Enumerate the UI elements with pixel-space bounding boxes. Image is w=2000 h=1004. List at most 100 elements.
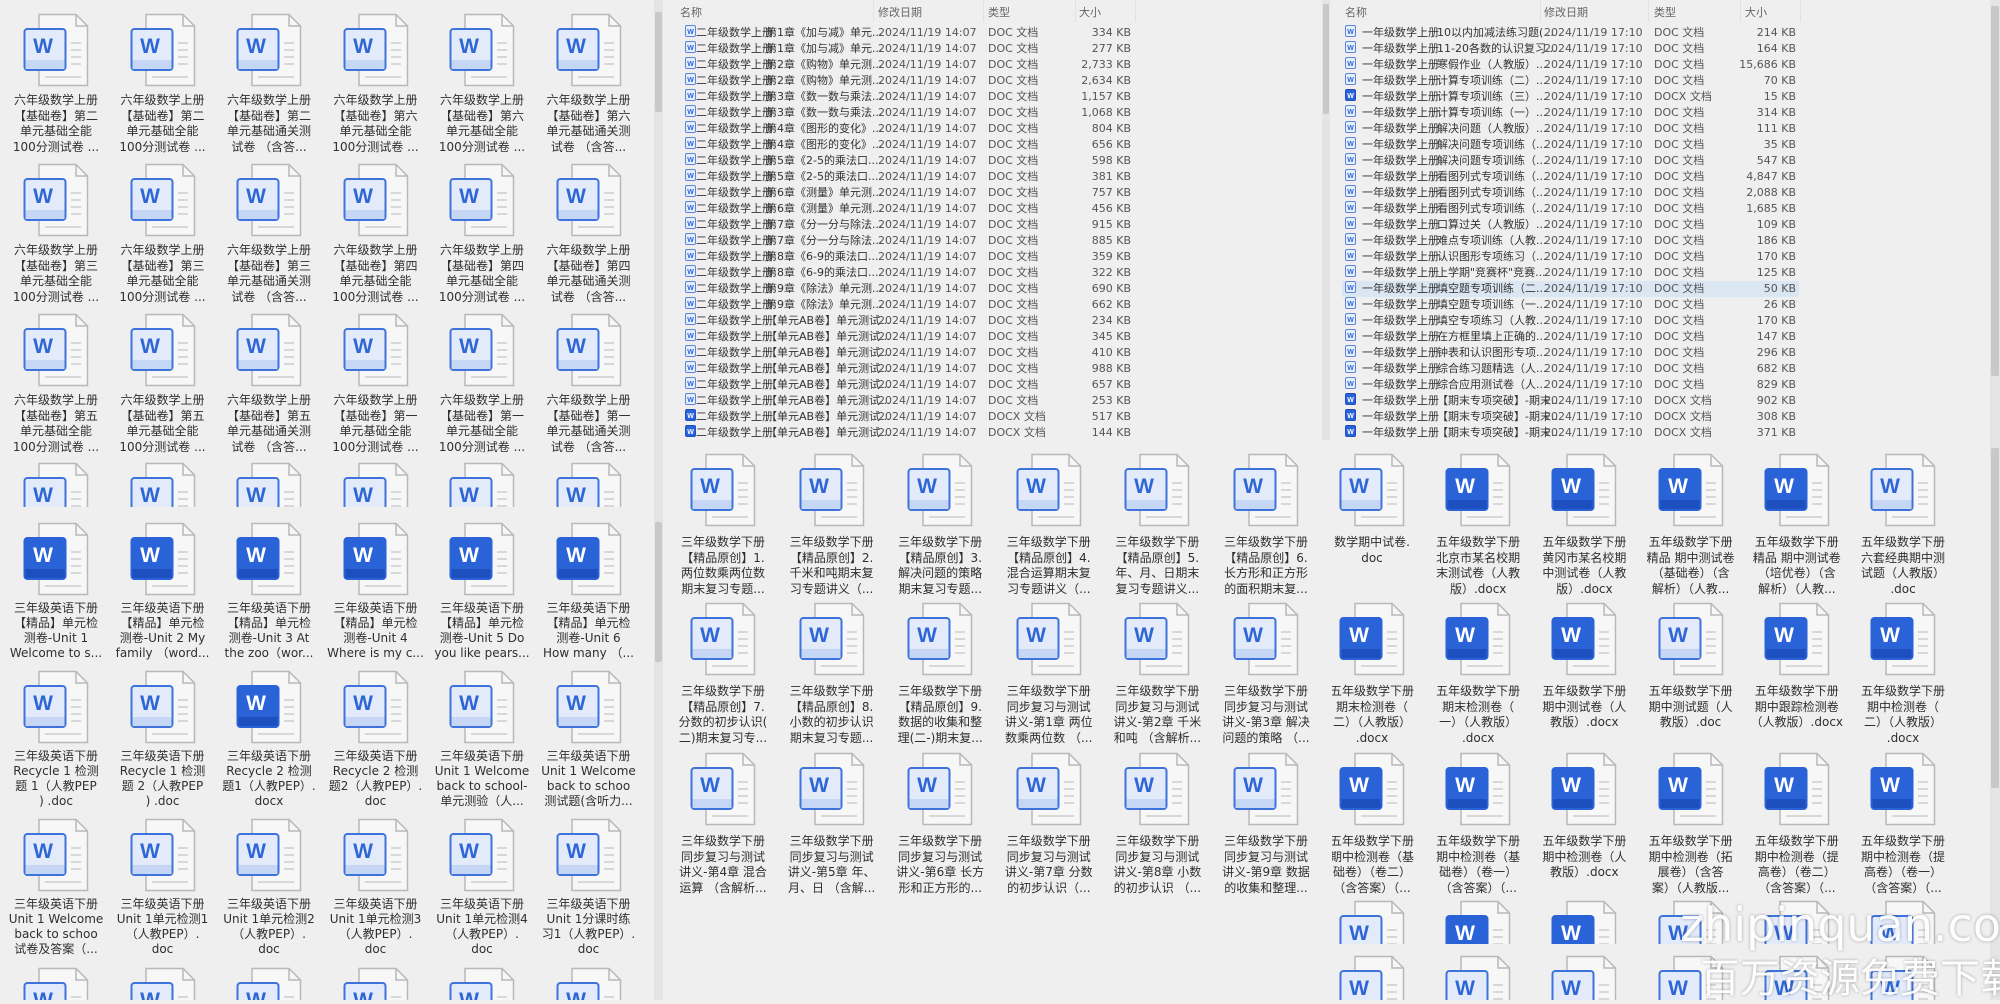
file-item[interactable]: W 三年级数学下册 同步复习与测试 讲义-第7章 分数 的初步认识（... (997, 752, 1101, 895)
file-item[interactable]: W 六年级数学上册 【基础卷】第三 单元基础全能 100分测试卷 ... (111, 163, 215, 304)
file-item[interactable]: W 三年级英语下册 Recycle 2 检测 题2（人教PEP）. doc (324, 670, 428, 808)
file-item[interactable]: W 六年级数学上册 【基础卷】第五 单元基础通关测 试卷 （含答... (217, 313, 321, 454)
file-item[interactable]: W 六年级数学上册 【基础卷】第一 单元基础通关测 试卷 （含答... (537, 313, 641, 454)
file-item[interactable]: W 三年级数学下册 【精品原创】9. 数据的收集和整 理(二-)期末复... (888, 602, 992, 745)
file-item[interactable]: W 三年级数学下册 同步复习与测试 讲义-第3章 解决 问题的策略 （... (1214, 602, 1318, 745)
file-row[interactable]: W 一年级数学上册 填空专项练习（人教... 2024/11/19 17:10 DOC … (1342, 313, 1799, 329)
column-divider[interactable] (1540, 0, 1541, 22)
file-row[interactable]: W 二年级数学上册 第1章《加与减》单元... 2024/11/19 14:07 DOC… (682, 25, 1134, 41)
file-item[interactable]: W 六年级数学上册 【基础卷】第三 单元基础通关测 试卷 （含答... (217, 163, 321, 304)
list-header-size[interactable]: 大小 (1745, 4, 1767, 20)
file-item[interactable]: W (4, 967, 108, 1000)
file-item[interactable]: W 六年级数学上册 【基础卷】第二 单元基础通关测 试卷 （含答... (217, 13, 321, 154)
file-item[interactable]: W 三年级英语下册 【精品】单元检 测卷-Unit 5 Do you like pear… (430, 522, 534, 660)
file-item[interactable]: W (217, 967, 321, 1000)
file-item[interactable]: W 三年级英语下册 Recycle 1 检测题 2（人教PEP) .doc (111, 670, 215, 808)
file-item[interactable]: W 六年级数学上册 【基础卷】第六 单元基础全能 100分测试卷 ... (324, 13, 428, 154)
file-item[interactable]: W 三年级数学下册 同步复习与测试 讲义-第6章 长方 形和正方形的... (888, 752, 992, 895)
file-item[interactable]: W 五年级数学下册 期中测试卷（人 教版）.docx (1532, 602, 1636, 729)
file-row[interactable]: W 二年级数学上册 第9章《除法》单元测... 2024/11/19 14:07 DOC… (682, 297, 1134, 313)
file-item[interactable]: W 六年级数学上册 【基础卷】第二 单元基础全能 100分测试卷 ... (4, 13, 108, 154)
file-item[interactable]: W 三年级数学下册 【精品原创】4. 混合运算期末复 习专题讲义（... (997, 453, 1101, 596)
file-row[interactable]: W 一年级数学上册 10以内加减法练习题(... 2024/11/19 17:10 DO… (1342, 25, 1799, 41)
file-item[interactable]: W (324, 462, 428, 507)
list-header-date[interactable]: 修改日期 (878, 4, 922, 20)
file-item[interactable]: W 六年级数学上册 【基础卷】第五 单元基础全能 100分测试卷 ... (111, 313, 215, 454)
file-row[interactable]: W 二年级数学上册 第7章《分一分与除法... 2024/11/19 14:07 DOC… (682, 233, 1134, 249)
file-row[interactable]: W 一年级数学上册 【期末专项突破】-期末... 2024/11/19 17:10 DO… (1342, 425, 1799, 441)
file-item[interactable]: W 六年级数学上册 【基础卷】第四 单元基础全能 100分测试卷 ... (430, 163, 534, 304)
file-row[interactable]: W 一年级数学上册 钟表和认识图形专项... 2024/11/19 17:10 DOC … (1342, 345, 1799, 361)
file-row[interactable]: W 二年级数学上册 第8章《6-9的乘法口... 2024/11/19 14:07 DO… (682, 265, 1134, 281)
file-item[interactable]: W 三年级数学下册 同步复习与测试 讲义-第1章 两位 数乘两位数 （... (997, 602, 1101, 745)
file-item[interactable]: W 三年级英语下册 Unit 1单元检测1 （人教PEP）. doc (111, 818, 215, 956)
file-item[interactable]: W 五年级数学下册 期末检测卷（ 一）（人教版） .docx (1426, 602, 1530, 745)
file-row[interactable]: W 一年级数学上册 计算专项训练（三）... 2024/11/19 17:10 DOCX… (1342, 89, 1799, 105)
file-item[interactable]: W 五年级数学下册 期中检测卷（基 础卷）（卷二） （含答案）（... (1332, 752, 1424, 895)
file-item[interactable]: W (537, 967, 641, 1000)
file-item[interactable]: W 三年级英语下册 Unit 1单元检测4 （人教PEP）. doc (430, 818, 534, 956)
file-item[interactable]: W (1426, 955, 1530, 1000)
file-item[interactable]: W 三年级数学下册 同步复习与测试 讲义-第4章 混合 运算 （含解析... (671, 752, 775, 895)
file-item[interactable]: W (4, 462, 108, 507)
scrollbar-thumb[interactable] (1991, 448, 1999, 788)
file-item[interactable]: W 六年级数学上册 【基础卷】第一 单元基础全能 100分测试卷 ... (430, 313, 534, 454)
file-item[interactable]: W 五年级数学下册 期中检测卷（人 教版）.docx (1532, 752, 1636, 879)
file-row[interactable]: W 二年级数学上册 【单元AB卷】单元测试... 2024/11/19 14:07 DO… (682, 393, 1134, 409)
file-item[interactable]: W 五年级数学下册 期末检测卷（ 二）（人教版） .docx (1332, 602, 1424, 745)
file-item[interactable]: W 三年级英语下册 Unit 1 Welcome back to schoo 试卷及答案… (4, 818, 108, 956)
file-row[interactable]: W 一年级数学上册 填空题专项训练（一... 2024/11/19 17:10 DOC … (1342, 297, 1799, 313)
file-item[interactable]: W (324, 967, 428, 1000)
file-item[interactable]: W 三年级数学下册 【精品原创】2. 千米和吨期末复 习专题讲义（... (780, 453, 884, 596)
file-item[interactable]: W 三年级数学下册 同步复习与测试 讲义-第2章 千米 和吨 （含解析... (1105, 602, 1209, 745)
column-divider[interactable] (1648, 0, 1649, 22)
file-item[interactable]: W (430, 462, 534, 507)
file-row[interactable]: W 二年级数学上册 【单元AB卷】单元测试... 2024/11/19 14:07 DO… (682, 329, 1134, 345)
left-pane-scrollbar[interactable] (654, 0, 663, 1000)
list-header-name[interactable]: 名称 (680, 4, 702, 20)
file-row[interactable]: W 二年级数学上册 【单元AB卷】单元测试... 2024/11/19 14:07 DO… (682, 313, 1134, 329)
file-row[interactable]: W 一年级数学上册 口算过关（人教版）.... 2024/11/19 17:10 DOC… (1342, 217, 1799, 233)
column-divider[interactable] (983, 0, 984, 22)
file-item[interactable]: W 三年级英语下册 Unit 1 Welcome back to school- 单元测… (430, 670, 534, 808)
file-item[interactable]: W (111, 967, 215, 1000)
file-item[interactable]: W 六年级数学上册 【基础卷】第二 单元基础全能 100分测试卷 ... (111, 13, 215, 154)
file-item[interactable]: W 五年级数学下册 期中检测卷（拓 展卷）（含答 案）（人教版... (1639, 752, 1743, 895)
file-item[interactable]: W 三年级英语下册 Recycle 1 检测题 1（人教PEP) .doc (4, 670, 108, 808)
file-item[interactable]: W (1426, 900, 1530, 944)
file-item[interactable]: W 六年级数学上册 【基础卷】第六 单元基础通关测 试卷 （含答... (537, 13, 641, 154)
file-row[interactable]: W 一年级数学上册 看图列式专项训练（... 2024/11/19 17:10 DOC … (1342, 169, 1799, 185)
file-item[interactable]: W 五年级数学下册 六套经典期中测 试题（人教版） .doc (1851, 453, 1955, 596)
file-item[interactable]: W 三年级英语下册 【精品】单元检 测卷-Unit 3 At the zoo（wor..… (217, 522, 321, 660)
file-item[interactable]: W 六年级数学上册 【基础卷】第四 单元基础通关测 试卷 （含答... (537, 163, 641, 304)
file-row[interactable]: W 二年级数学上册 【单元AB卷】单元测试... 2024/11/19 14:07 DO… (682, 425, 1134, 441)
scrollbar-thumb[interactable] (655, 522, 662, 662)
file-row[interactable]: W 一年级数学上册 寒假作业（人教版）.... 2024/11/19 17:10 DOC… (1342, 57, 1799, 73)
file-row[interactable]: W 一年级数学上册 填空题专项训练（二... 2024/11/19 17:10 DOC … (1342, 281, 1799, 297)
file-item[interactable]: W (111, 462, 215, 507)
file-item[interactable]: W (1532, 955, 1636, 1000)
file-row[interactable]: W 二年级数学上册 【单元AB卷】单元测试... 2024/11/19 14:07 DO… (682, 409, 1134, 425)
scrollbar-thumb[interactable] (1991, 6, 1999, 376)
file-row[interactable]: W 二年级数学上册 第4章《图形的变化》... 2024/11/19 14:07 DOC… (682, 137, 1134, 153)
file-row[interactable]: W 一年级数学上册 计算专项训练（二）... 2024/11/19 17:10 DOC … (1342, 73, 1799, 89)
list-header-name[interactable]: 名称 (1345, 4, 1367, 20)
file-item[interactable]: W 三年级数学下册 同步复习与测试 讲义-第9章 数据 的收集和整理... (1214, 752, 1318, 895)
file-item[interactable]: W 六年级数学上册 【基础卷】第五 单元基础全能 100分测试卷 ... (4, 313, 108, 454)
file-item[interactable]: W 六年级数学上册 【基础卷】第三 单元基础全能 100分测试卷 ... (4, 163, 108, 304)
scrollbar-thumb[interactable] (1323, 4, 1329, 114)
middle-list-scrollbar[interactable] (1322, 0, 1330, 440)
file-item[interactable]: W 五年级数学下册 精品 期中测试卷 （基础卷）（含 解析）（人教... (1639, 453, 1743, 596)
file-item[interactable]: W 五年级数学下册 期中检测卷（提 高卷）（卷一） （含答案）（... (1851, 752, 1955, 895)
file-row[interactable]: W 二年级数学上册 第6章《测量》单元测... 2024/11/19 14:07 DOC… (682, 201, 1134, 217)
file-row[interactable]: W 一年级数学上册 解决问题（人教版）.... 2024/11/19 17:10 DOC… (1342, 121, 1799, 137)
file-row[interactable]: W 一年级数学上册 综合应用测试卷（人... 2024/11/19 17:10 DOC … (1342, 377, 1799, 393)
file-item[interactable]: W 五年级数学下册 精品 期中测试卷 （培优卷）（含 解析）（人教... (1745, 453, 1849, 596)
file-row[interactable]: W 二年级数学上册 第8章《6-9的乘法口... 2024/11/19 14:07 DO… (682, 249, 1134, 265)
file-item[interactable]: W (537, 462, 641, 507)
file-item[interactable]: W (1332, 900, 1424, 944)
file-row[interactable]: W 二年级数学上册 【单元AB卷】单元测试... 2024/11/19 14:07 DO… (682, 345, 1134, 361)
file-item[interactable]: W 六年级数学上册 【基础卷】第一 单元基础全能 100分测试卷 ... (324, 313, 428, 454)
file-row[interactable]: W 二年级数学上册 第2章《购物》单元测... 2024/11/19 14:07 DOC… (682, 73, 1134, 89)
file-row[interactable]: W 二年级数学上册 【单元AB卷】单元测试... 2024/11/19 14:07 DO… (682, 377, 1134, 393)
